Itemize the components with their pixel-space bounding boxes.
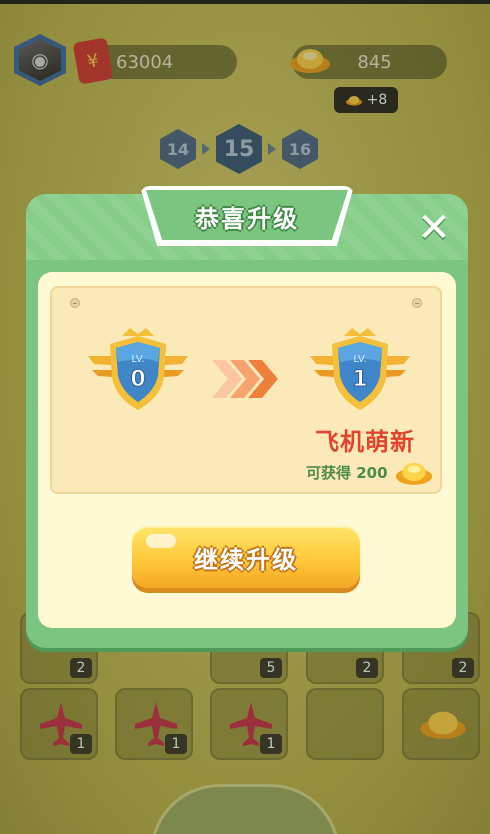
dialog-body: LV. 0 LV. 1 飞机萌新 可获得 200 继续升级	[38, 272, 456, 628]
shield-badge-icon: LV. 0	[88, 328, 188, 410]
to-badge-level: 1	[352, 367, 367, 392]
reward-line: 可获得 200	[306, 458, 434, 486]
gold-ingot-icon	[395, 462, 432, 485]
continue-upgrade-button[interactable]: 继续升级	[132, 526, 360, 588]
svg-text:1: 1	[352, 367, 367, 392]
level-card: LV. 0 LV. 1 飞机萌新 可获得 200	[50, 286, 442, 494]
dialog-title: 恭喜升级	[195, 204, 299, 233]
to-badge-prefix: LV.	[353, 354, 366, 365]
svg-text:0: 0	[130, 367, 145, 392]
level-up-dialog: 恭喜升级 ✕ LV. 0 LV. 1 飞机萌新 可获得 200 继续升级	[26, 186, 468, 648]
svg-text:LV.: LV.	[353, 354, 366, 365]
shield-badge-icon: LV. 1	[310, 328, 410, 410]
from-badge-level: 0	[130, 367, 145, 392]
continue-upgrade-label: 继续升级	[194, 545, 298, 574]
from-badge-prefix: LV.	[131, 354, 144, 365]
dialog-title-tab: 恭喜升级	[140, 186, 354, 246]
screw-decoration	[70, 298, 80, 308]
svg-text:LV.: LV.	[131, 354, 144, 365]
reward-text: 可获得 200	[306, 463, 388, 482]
screw-decoration	[412, 298, 422, 308]
rank-title: 飞机萌新	[315, 428, 415, 456]
close-icon[interactable]: ✕	[414, 208, 454, 248]
chevron-arrows-icon	[212, 360, 278, 398]
